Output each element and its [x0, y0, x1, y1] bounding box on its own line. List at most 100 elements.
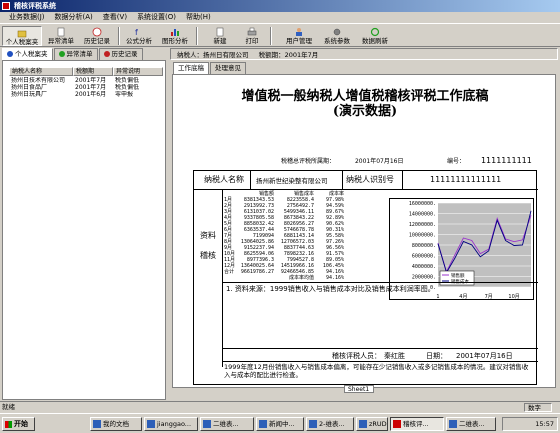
x-tick-label: 7月: [485, 294, 493, 300]
data-source-note: 1. 资料来源：1999销售收入与销售成本对比及销售成本利润率图。: [226, 285, 435, 293]
tab-history[interactable]: 历史记录: [98, 48, 143, 60]
right-tabs: 工作底稿 处理意见: [170, 62, 247, 74]
y-tick-label: 10000000.: [409, 233, 436, 239]
meta-number: 编号： 1111111111: [447, 156, 532, 165]
list-header: 纳税人名称 税额期 异常说明: [9, 67, 163, 76]
formula-icon: f: [135, 28, 138, 37]
title-bar: 稽核评税系统: [0, 0, 560, 12]
status-text: 就绪: [2, 403, 15, 411]
history-icon: [92, 27, 102, 37]
worksheet: 增值税一般纳税人增值税稽核评税工作底稿 (演示数据) 税稽总评税所属期： 200…: [172, 74, 556, 388]
list-icon: [57, 27, 65, 37]
sheet-tab[interactable]: Sheet1: [344, 385, 374, 393]
windows-flag-icon: [5, 421, 12, 428]
toolbar-history-button[interactable]: 历史记录: [80, 26, 114, 46]
tab-taxcase-folder[interactable]: 个人税案夹: [2, 48, 53, 60]
column-header-name[interactable]: 纳税人名称: [9, 67, 73, 76]
legend-label: 销售额: [451, 272, 465, 279]
numlock-indicator: 数字: [524, 403, 552, 412]
list-item[interactable]: 扬州日技术有限公司 2001年7月 税负偏低: [9, 77, 163, 84]
task-audit-system[interactable]: 稽核评...: [390, 417, 444, 431]
clock: 15:57: [535, 420, 554, 428]
print-icon: [247, 27, 257, 36]
app-icon: [393, 420, 401, 428]
right-panel: 纳税人：扬州日有限公司 税额期：2001年7月 工作底稿 处理意见 增值税一般纳…: [170, 48, 558, 398]
window-title: 稽核评税系统: [14, 2, 56, 10]
tab-worksheet[interactable]: 工作底稿: [173, 62, 209, 74]
task-jianggao[interactable]: jianggao...: [144, 417, 198, 431]
toolbar-taxcase-folder-button[interactable]: 个人税案夹: [2, 26, 42, 46]
toolbar-chart-analysis-button[interactable]: 图形分析: [158, 26, 192, 46]
y-tick-label: 2000000.: [412, 275, 436, 281]
task-zrud[interactable]: zRUD: [356, 417, 388, 431]
taxpayer-name: 扬州新世纪染整有限公司: [256, 177, 328, 185]
toolbar-formula-analysis-button[interactable]: f 公式分析: [122, 26, 156, 46]
new-icon: [216, 27, 224, 37]
status-bar: 就绪 数字: [0, 401, 560, 412]
column-header-period[interactable]: 税额期: [73, 67, 113, 76]
audit-comment: 1999年度12月份销售收入与销售成本偏离，可能存在少记销售收入或多记销售成本的…: [224, 363, 529, 379]
reviewer-label: 稽核评税人员：: [332, 352, 381, 360]
toolbar: 个人税案夹 异常清单 历史记录 f 公式分析 图形分析 新建 打印 用户管理 系…: [0, 23, 560, 47]
folder-icon: [7, 51, 13, 57]
start-button[interactable]: 开始: [2, 417, 35, 431]
menu-business-data[interactable]: 业务数据(J): [4, 12, 50, 23]
task-news[interactable]: 新闻中...: [256, 417, 304, 431]
y-tick-label: 12000000.: [409, 222, 436, 228]
side-label-audit: 稽核: [200, 251, 216, 260]
document-icon: [147, 420, 155, 428]
toolbar-separator: [270, 27, 272, 45]
toolbar-user-management-button[interactable]: 用户管理: [282, 26, 316, 46]
y-tick-label: 6000000.: [412, 254, 436, 260]
taxpayer-list: 纳税人名称 税额期 异常说明 扬州日技术有限公司 2001年7月 税负偏低 扬州…: [2, 60, 166, 400]
svg-text:f: f: [135, 28, 138, 37]
folder-icon: [93, 420, 101, 428]
left-tabs: 个人税案夹 异常清单 历史记录: [2, 48, 144, 60]
toolbar-new-button[interactable]: 新建: [206, 26, 234, 46]
taskbar: 开始 我的文档 jianggao... 二维表... 新闻中... 2-维表..…: [0, 413, 560, 433]
document-icon: [309, 420, 317, 428]
y-tick-label: 14000000.: [409, 212, 436, 218]
list-item[interactable]: 扬州日食品厂 2001年7月 税负偏低: [9, 84, 163, 91]
column-header-exception[interactable]: 异常说明: [113, 67, 163, 76]
x-tick-label: 1: [436, 294, 439, 300]
list-item[interactable]: 扬州日玩具厂 2001年6月 零申报: [9, 91, 163, 98]
taxpayer-info-bar: 纳税人：扬州日有限公司 税额期：2001年7月: [170, 48, 558, 60]
taxpayer-id-label: 纳税人识别号: [346, 175, 394, 184]
system-tray: 15:57: [502, 417, 558, 431]
toolbar-separator: [118, 27, 120, 45]
toolbar-exception-list-button[interactable]: 异常清单: [44, 26, 78, 46]
y-tick-label: 4000000.: [412, 264, 436, 270]
document-icon: [203, 420, 211, 428]
menu-data-analysis[interactable]: 数据分析(A): [50, 12, 98, 23]
meta-period: 税稽总评税所属期： 2001年07月16日: [281, 158, 404, 165]
task-table-3[interactable]: 二维表...: [446, 417, 496, 431]
sales-cost-table: 销售额 销售成本 成本率 1月 8381343.53 8223558.4 97.98% 2月…: [224, 191, 344, 281]
refresh-icon: [370, 27, 380, 37]
menu-help[interactable]: 帮助(H): [181, 12, 216, 23]
tab-opinion[interactable]: 处理意见: [210, 62, 246, 74]
task-table-1[interactable]: 二维表...: [200, 417, 254, 431]
y-tick-label: 8000000.: [412, 243, 436, 249]
toolbar-print-button[interactable]: 打印: [240, 26, 264, 46]
toolbar-data-refresh-button[interactable]: 数据刷新: [358, 26, 392, 46]
average-row: 成本率均值 94.16%: [288, 275, 344, 281]
period-label: 税额期：2001年7月: [258, 51, 319, 59]
x-tick-label: 4月: [459, 294, 467, 300]
app-window: 稽核评税系统 业务数据(J) 数据分析(A) 查看(V) 系统设置(O) 帮助(…: [0, 0, 560, 433]
menu-system-settings[interactable]: 系统设置(O): [132, 12, 181, 23]
taxpayer-label: 纳税人：扬州日有限公司: [177, 51, 249, 59]
task-my-documents[interactable]: 我的文档: [90, 417, 142, 431]
menu-view[interactable]: 查看(V): [98, 12, 132, 23]
menu-bar: 业务数据(J) 数据分析(A) 查看(V) 系统设置(O) 帮助(H): [0, 12, 560, 23]
browser-icon: [259, 420, 267, 428]
document-icon: [449, 420, 457, 428]
left-panel: 个人税案夹 异常清单 历史记录 纳税人名称 税额期 异常说明 扬州日技术有限公司…: [2, 48, 166, 400]
tab-exception-list[interactable]: 异常清单: [53, 48, 98, 60]
side-label-data: 资料: [200, 231, 216, 240]
date-label: 日期：: [426, 352, 447, 360]
folder-icon: [17, 30, 27, 38]
toolbar-system-params-button[interactable]: 系统参数: [320, 26, 354, 46]
task-table-2[interactable]: 2-维表...: [306, 417, 354, 431]
worksheet-table: 纳税人名称 扬州新世纪染整有限公司 纳税人识别号 11111111111111 …: [193, 170, 538, 385]
